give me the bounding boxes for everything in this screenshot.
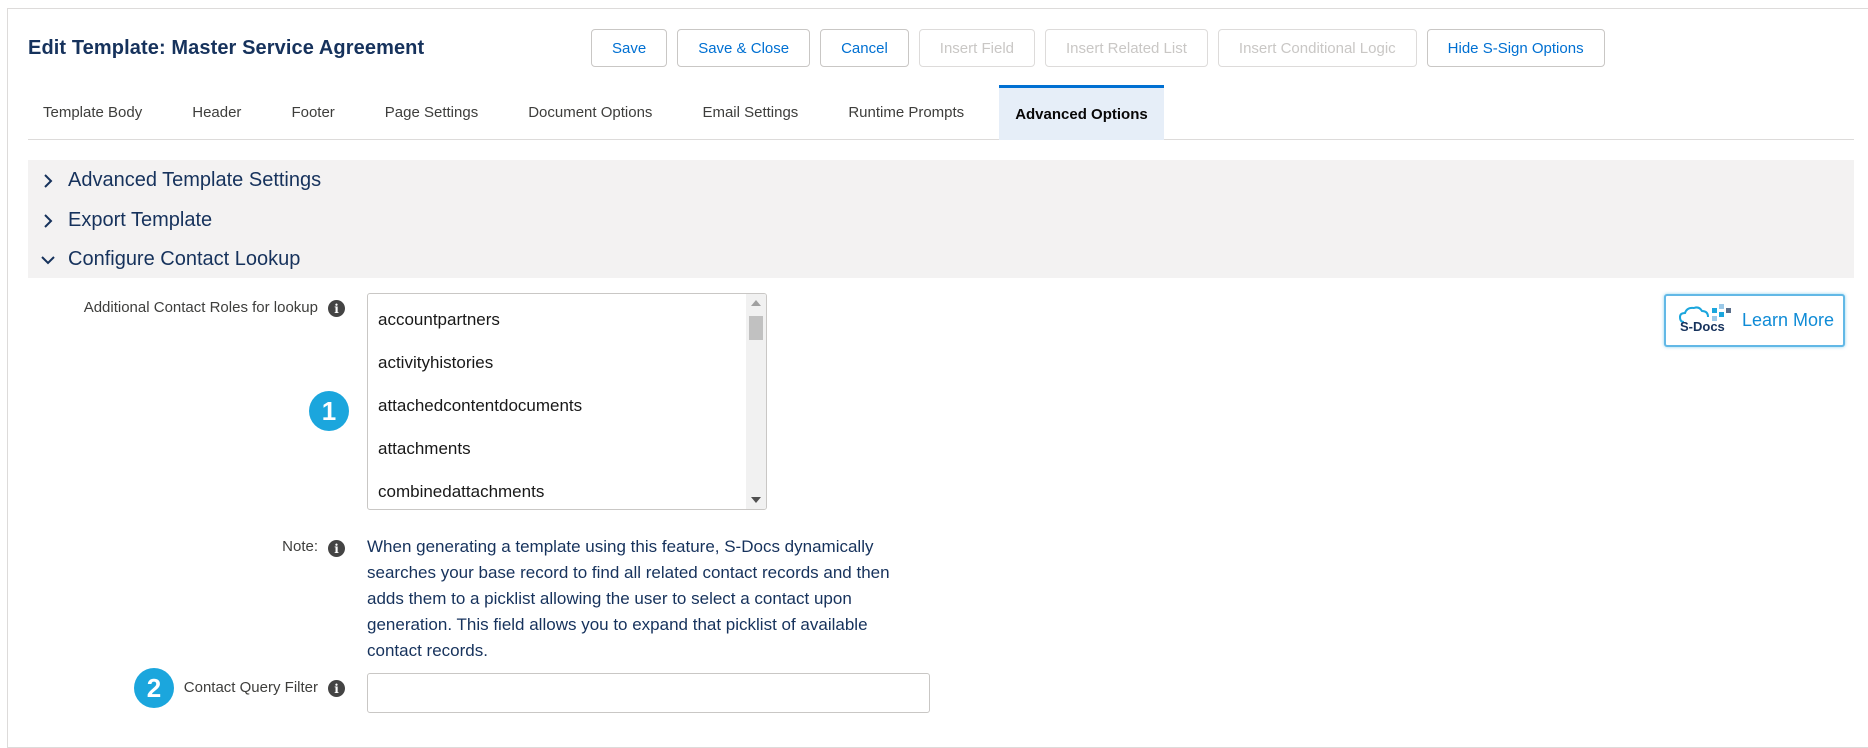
tab-advanced-options[interactable]: Advanced Options — [999, 85, 1164, 140]
tab-page-settings[interactable]: Page Settings — [370, 85, 493, 140]
contact-roles-listbox[interactable]: accountpartners activityhistories attach… — [367, 293, 767, 510]
hide-s-sign-options-button[interactable]: Hide S-Sign Options — [1426, 29, 1605, 67]
info-icon[interactable]: i — [328, 680, 345, 697]
page-title: Edit Template: Master Service Agreement — [28, 37, 425, 59]
insert-related-list-button[interactable]: Insert Related List — [1045, 29, 1208, 67]
save-button[interactable]: Save — [591, 29, 668, 67]
learn-more-label: Learn More — [1742, 310, 1835, 330]
tab-bar: Template Body Header Footer Page Setting… — [28, 85, 1854, 140]
section-configure-contact-lookup[interactable]: Configure Contact Lookup — [40, 248, 300, 271]
insert-conditional-logic-button[interactable]: Insert Conditional Logic — [1217, 29, 1417, 67]
chevron-down-icon — [41, 255, 55, 264]
tab-footer[interactable]: Footer — [276, 85, 349, 140]
cancel-button[interactable]: Cancel — [820, 29, 909, 67]
s-docs-logo: S-Docs — [1678, 303, 1734, 338]
chevron-right-icon — [44, 213, 53, 228]
section-label: Configure Contact Lookup — [68, 248, 301, 270]
learn-more-button[interactable]: S-Docs Learn More — [1664, 294, 1845, 347]
scroll-down-arrow-icon[interactable] — [746, 491, 766, 509]
scroll-up-arrow-icon[interactable] — [746, 294, 766, 312]
logo-text: S-Docs — [1680, 318, 1725, 334]
tab-email-settings[interactable]: Email Settings — [687, 85, 813, 140]
list-item[interactable]: accountpartners — [368, 298, 766, 341]
list-item[interactable]: attachedcontentdocuments — [368, 384, 766, 427]
section-label: Advanced Template Settings — [68, 169, 322, 191]
chevron-right-icon — [44, 173, 53, 188]
contact-query-filter-input[interactable] — [367, 673, 930, 713]
contact-query-filter-label: Contact Query Filter — [183, 679, 318, 696]
tab-runtime-prompts[interactable]: Runtime Prompts — [833, 85, 979, 140]
tab-template-body[interactable]: Template Body — [28, 85, 157, 140]
info-icon[interactable]: i — [328, 300, 345, 317]
contact-roles-label: Additional Contact Roles for lookup — [83, 299, 318, 316]
step-badge-1: 1 — [309, 391, 349, 431]
save-and-close-button[interactable]: Save & Close — [677, 29, 811, 67]
note-label: Note: — [282, 538, 318, 555]
list-item[interactable]: activityhistories — [368, 341, 766, 384]
tab-document-options[interactable]: Document Options — [513, 85, 667, 140]
section-advanced-template-settings[interactable]: Advanced Template Settings — [40, 169, 321, 192]
tab-header[interactable]: Header — [177, 85, 256, 140]
insert-field-button[interactable]: Insert Field — [918, 29, 1035, 67]
list-item[interactable]: combinedattachments — [368, 470, 766, 509]
listbox-scrollbar[interactable] — [746, 294, 766, 509]
list-item[interactable]: attachments — [368, 427, 766, 470]
toolbar: Save Save & Close Cancel Insert Field In… — [591, 29, 1605, 67]
info-icon[interactable]: i — [328, 540, 345, 557]
section-label: Export Template — [68, 209, 213, 231]
note-text: When generating a template using this fe… — [367, 537, 890, 660]
scroll-thumb[interactable] — [749, 316, 763, 340]
section-export-template[interactable]: Export Template — [40, 209, 212, 232]
